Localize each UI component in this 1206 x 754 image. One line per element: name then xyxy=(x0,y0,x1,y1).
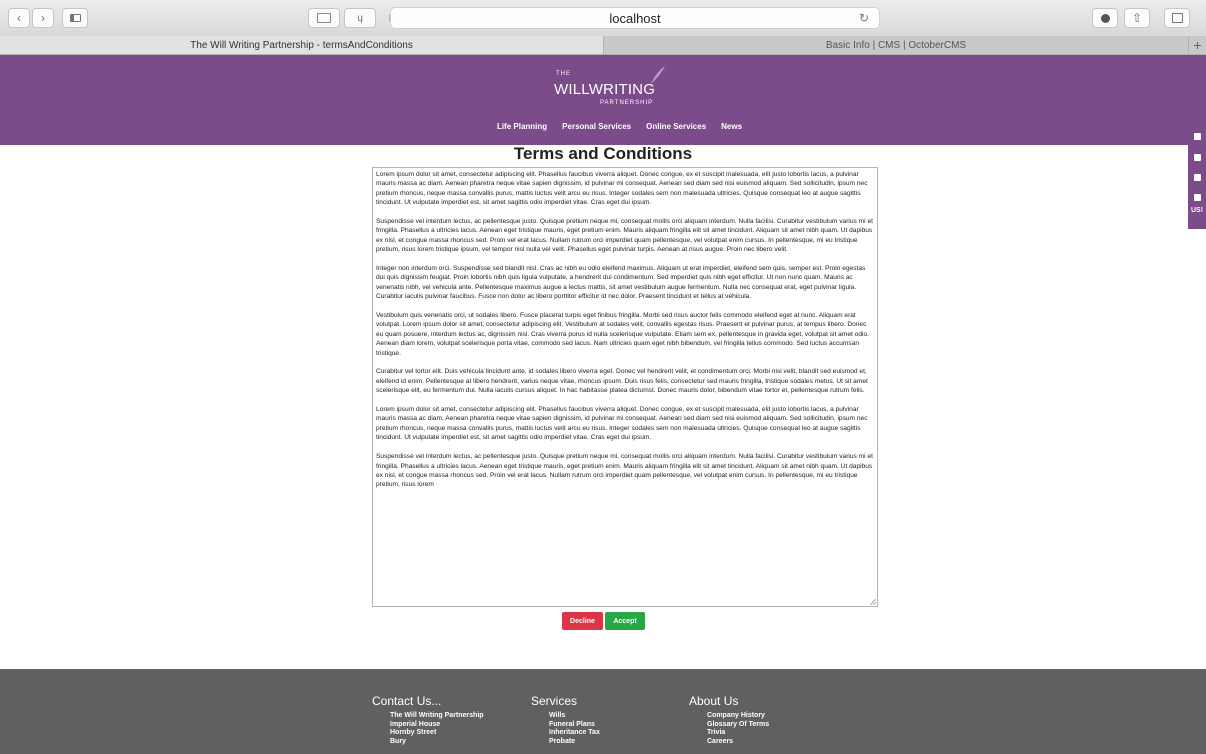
sidebar-icon xyxy=(69,14,81,22)
chevron-left-icon: ‹ xyxy=(17,11,21,25)
quill-icon xyxy=(650,66,665,86)
nav-news[interactable]: News xyxy=(721,122,742,131)
footer-link-wills[interactable]: Wills xyxy=(549,712,600,721)
tab-bar: The Will Writing Partnership - termsAndC… xyxy=(0,36,1206,55)
footer-contact-line: Hornby Street xyxy=(390,729,437,736)
main-nav: Life Planning Personal Services Online S… xyxy=(0,122,1206,131)
forward-button[interactable]: › xyxy=(32,8,54,28)
address-text: localhost xyxy=(609,10,661,26)
footer-contact-heading: Contact Us... xyxy=(372,694,442,708)
footer-about: About Us Company History Glossary Of Ter… xyxy=(689,694,769,746)
footer-services: Services Wills Funeral Plans Inheritance… xyxy=(531,694,600,746)
footer-contact-line: Imperial House xyxy=(390,720,441,728)
footer-contact-line: The Will Writing Partnership xyxy=(390,712,484,719)
translate-button[interactable]: ɥ xyxy=(344,8,376,28)
download-icon xyxy=(1100,13,1110,23)
footer-link-funeral-plans[interactable]: Funeral Plans xyxy=(549,721,600,730)
terms-paragraph: Suspendisse vel interdum lectus, ac pell… xyxy=(376,218,873,254)
footer-link-glossary[interactable]: Glossary Of Terms xyxy=(707,721,769,730)
tab-terms[interactable]: The Will Writing Partnership - termsAndC… xyxy=(0,36,604,54)
nav-online-services[interactable]: Online Services xyxy=(646,122,706,131)
new-tab-button[interactable]: + xyxy=(1188,36,1206,54)
instagram-link[interactable] xyxy=(1188,167,1206,187)
tab-terms-label: The Will Writing Partnership - termsAndC… xyxy=(190,39,413,51)
footer-services-heading: Services xyxy=(531,694,578,708)
share-icon: ⇧ xyxy=(1131,11,1143,25)
terms-textarea[interactable]: Lorem ipsum dolor sit amet, consectetur … xyxy=(372,167,878,607)
logo-the: THE xyxy=(556,71,571,77)
accept-button[interactable]: Accept xyxy=(605,612,645,630)
footer-about-heading: About Us xyxy=(689,694,739,708)
resize-handle-icon[interactable] xyxy=(870,599,876,605)
footer-contact: Contact Us... The Will Writing Partnersh… xyxy=(372,694,484,746)
logo-partner: PARTNERSHIP xyxy=(600,100,654,106)
sidebar-toggle-button[interactable] xyxy=(62,8,88,28)
tabs-overview-button[interactable] xyxy=(1164,8,1190,28)
site-footer: Contact Us... The Will Writing Partnersh… xyxy=(0,669,1206,754)
plus-icon: + xyxy=(1193,37,1202,53)
facebook-icon xyxy=(1193,133,1201,140)
chevron-right-icon: › xyxy=(41,11,45,25)
footer-link-careers[interactable]: Careers xyxy=(707,738,769,747)
address-bar[interactable]: localhost ↻ xyxy=(390,7,880,29)
font-icon: ɥ xyxy=(357,12,363,24)
terms-paragraph: Curabitur vel tortor elit. Duis vehicula… xyxy=(376,368,868,395)
tab-cms-label: Basic Info | CMS | OctoberCMS xyxy=(825,39,967,51)
reader-icon xyxy=(317,13,331,23)
social-bar: US! xyxy=(1188,126,1206,229)
footer-link-probate[interactable]: Probate xyxy=(549,738,600,747)
decline-button[interactable]: Decline xyxy=(562,612,603,630)
tabs-icon xyxy=(1171,13,1183,23)
linkedin-icon xyxy=(1193,193,1201,201)
tab-cms[interactable]: Basic Info | CMS | OctoberCMS xyxy=(604,36,1188,54)
instagram-icon xyxy=(1193,173,1201,181)
terms-paragraph: Vestibulum quis venenatis orci, ut sodal… xyxy=(376,312,869,357)
terms-paragraph: Integer non interdum orci. Suspendisse s… xyxy=(376,265,866,301)
site-logo[interactable]: THE WILLWRITING PARTNERSHIP xyxy=(554,66,665,111)
footer-link-inheritance-tax[interactable]: Inheritance Tax xyxy=(549,729,600,738)
share-button[interactable]: ⇧ xyxy=(1124,8,1150,28)
footer-contact-line: Bury xyxy=(390,737,406,745)
reload-icon[interactable]: ↻ xyxy=(859,11,869,25)
linkedin-link[interactable] xyxy=(1188,187,1206,207)
page-title: Terms and Conditions xyxy=(513,144,693,163)
nav-life-planning[interactable]: Life Planning xyxy=(497,122,547,131)
terms-paragraph: Suspendisse vel interdum lectus, ac pell… xyxy=(376,453,873,489)
nav-personal-services[interactable]: Personal Services xyxy=(562,122,631,131)
terms-paragraph: Lorem ipsum dolor sit amet, consectetur … xyxy=(376,406,868,442)
downloads-button[interactable] xyxy=(1092,8,1118,28)
logo-main: WILLWRITING xyxy=(554,81,656,98)
reader-button[interactable] xyxy=(308,8,340,28)
back-button[interactable]: ‹ xyxy=(8,8,30,28)
footer-link-trivia[interactable]: Trivia xyxy=(707,729,769,738)
footer-link-company-history[interactable]: Company History xyxy=(707,712,769,721)
social-us-label: US! xyxy=(1190,207,1204,214)
site-header: THE WILLWRITING PARTNERSHIP Life Plannin… xyxy=(0,55,1206,145)
browser-toolbar: ‹ › ɥ ≡ localhost ↻ ⇧ xyxy=(0,0,1206,37)
terms-paragraph: Lorem ipsum dolor sit amet, consectetur … xyxy=(376,171,868,207)
